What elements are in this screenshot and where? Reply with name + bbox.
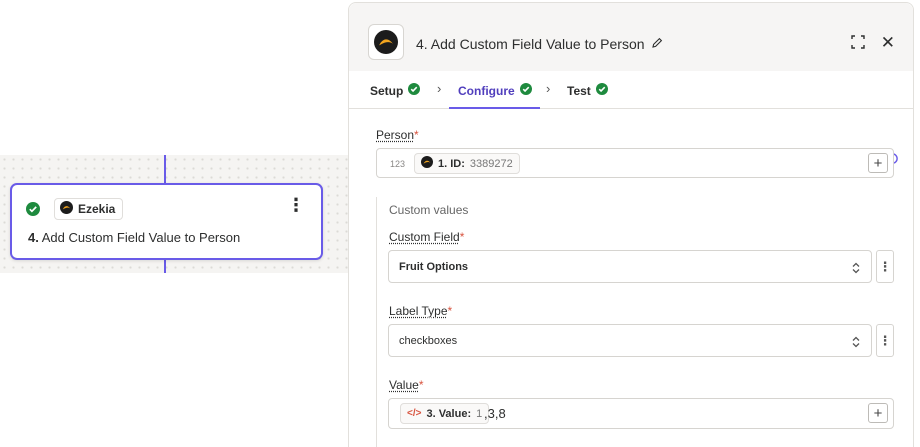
node-step-number: 4. — [28, 230, 39, 245]
active-tab-indicator — [449, 107, 540, 109]
code-icon: </> — [407, 408, 422, 419]
tab-test-check-icon — [595, 83, 608, 98]
custom-values-heading: Custom values — [389, 203, 469, 217]
close-icon[interactable]: ✕ — [881, 33, 895, 53]
connector-line-top — [164, 155, 166, 183]
tab-configure-check-icon — [519, 83, 532, 98]
app-name: Ezekia — [78, 202, 116, 216]
select-updown-icon — [851, 261, 861, 279]
connector-line-bottom — [164, 260, 166, 273]
custom-field-value: Fruit Options — [399, 261, 469, 273]
label-type-label: Label Type* — [389, 304, 453, 318]
person-pill-key: 1. ID: — [438, 157, 465, 170]
value-field[interactable]: </> 3. Value: 1 ,3,8 + — [388, 398, 894, 429]
tab-setup[interactable]: Setup — [370, 83, 421, 98]
chevron-right-icon: › — [437, 81, 442, 96]
select-updown-icon — [851, 335, 861, 353]
expand-icon[interactable] — [851, 35, 865, 54]
tab-configure[interactable]: Configure — [458, 83, 532, 98]
insert-data-button[interactable]: + — [868, 403, 888, 423]
person-label: Person* — [376, 128, 419, 142]
number-type-icon: 123 — [390, 159, 406, 169]
label-type-select[interactable]: checkboxes — [388, 324, 872, 357]
ezekia-logo-icon — [421, 156, 433, 171]
value-pill[interactable]: </> 3. Value: 1 — [400, 403, 490, 424]
step-tabs: Setup › Configure › Test — [349, 71, 913, 166]
node-more-options-icon[interactable]: ⋮ — [287, 196, 305, 214]
custom-values-group-border — [376, 197, 377, 447]
success-check-icon — [26, 202, 40, 221]
tab-test[interactable]: Test — [567, 83, 608, 98]
step-editor-panel: 4. Add Custom Field Value to Person ✕ Se… — [348, 2, 914, 447]
workflow-step-node[interactable]: Ezekia ⋮ 4. Add Custom Field Value to Pe… — [10, 183, 323, 260]
panel-title-text: 4. Add Custom Field Value to Person — [416, 36, 645, 52]
value-pill-key: 3. Value: — [426, 407, 472, 420]
node-step-title: Add Custom Field Value to Person — [41, 230, 241, 245]
custom-field-label: Custom Field* — [389, 230, 465, 244]
person-pill-value: 3389272 — [469, 157, 513, 170]
panel-header: 4. Add Custom Field Value to Person ✕ — [349, 3, 913, 71]
label-type-more-icon[interactable]: ⋮ — [876, 324, 894, 357]
custom-field-more-icon[interactable]: ⋮ — [876, 250, 894, 283]
tab-setup-label: Setup — [370, 83, 404, 98]
edit-pencil-icon[interactable] — [651, 36, 663, 52]
value-pill-value: 1 — [476, 407, 483, 420]
person-id-pill[interactable]: 1. ID: 3389272 — [414, 153, 520, 174]
person-field[interactable]: 123 1. ID: 3389272 + — [376, 148, 894, 178]
app-badge: Ezekia — [54, 198, 124, 220]
tab-configure-label: Configure — [458, 83, 515, 98]
custom-field-select[interactable]: Fruit Options — [388, 250, 872, 283]
value-label: Value* — [389, 378, 424, 392]
ezekia-app-logo-icon — [368, 24, 404, 60]
insert-data-button[interactable]: + — [868, 153, 888, 173]
tab-setup-check-icon — [408, 83, 421, 98]
node-title: 4. Add Custom Field Value to Person — [28, 230, 240, 245]
label-type-value: checkboxes — [399, 335, 458, 347]
value-typed-text[interactable]: ,3,8 — [484, 406, 506, 421]
panel-title[interactable]: 4. Add Custom Field Value to Person — [416, 36, 663, 52]
tab-test-label: Test — [567, 83, 591, 98]
ezekia-logo-icon — [60, 201, 73, 217]
chevron-right-icon: › — [546, 81, 551, 96]
